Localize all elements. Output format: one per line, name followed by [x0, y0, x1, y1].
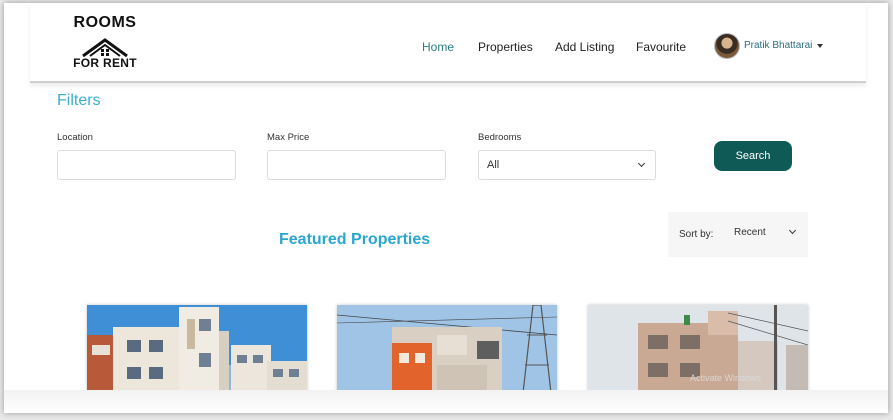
bedrooms-value: All: [487, 159, 500, 171]
max-price-label: Max Price: [267, 132, 310, 143]
caret-down-icon[interactable]: [817, 44, 823, 48]
search-button[interactable]: Search: [714, 141, 792, 171]
navbar: ROOMS FOR RENT Home Properties Add Listi…: [30, 3, 866, 83]
avatar[interactable]: [714, 33, 740, 59]
sort-value: Recent: [734, 227, 766, 238]
sort-label: Sort by:: [679, 229, 714, 240]
nav-favourite[interactable]: Favourite: [636, 40, 686, 54]
location-label: Location: [57, 132, 93, 143]
sort-control: Sort by: Recent: [668, 212, 808, 257]
user-menu-name[interactable]: Pratik Bhattarai: [744, 40, 812, 51]
house-icon: [82, 38, 128, 57]
bedrooms-select[interactable]: All: [478, 150, 656, 180]
brand-line1: ROOMS: [73, 14, 137, 27]
bedrooms-label: Bedrooms: [478, 132, 522, 143]
max-price-input[interactable]: [267, 150, 446, 180]
chevron-down-icon: [788, 226, 797, 235]
filters-heading: Filters: [57, 92, 101, 109]
property-card[interactable]: [337, 305, 557, 393]
property-image: [337, 305, 557, 393]
featured-heading: Featured Properties: [279, 231, 431, 248]
nav-add-listing[interactable]: Add Listing: [555, 40, 614, 54]
property-image: [87, 305, 307, 393]
page-bottom: [4, 390, 888, 413]
property-card[interactable]: [87, 305, 307, 393]
windows-activation-watermark: Activate Windows: [690, 373, 762, 383]
sort-select[interactable]: Recent: [726, 220, 804, 246]
location-input[interactable]: [57, 150, 236, 180]
brand-logo[interactable]: ROOMS FOR RENT: [70, 14, 140, 75]
nav-home[interactable]: Home: [422, 40, 454, 54]
chevron-down-icon: [637, 159, 646, 168]
app-window: ROOMS FOR RENT Home Properties Add Listi…: [4, 3, 888, 413]
brand-line2: FOR RENT: [73, 56, 137, 70]
nav-properties[interactable]: Properties: [478, 40, 533, 54]
